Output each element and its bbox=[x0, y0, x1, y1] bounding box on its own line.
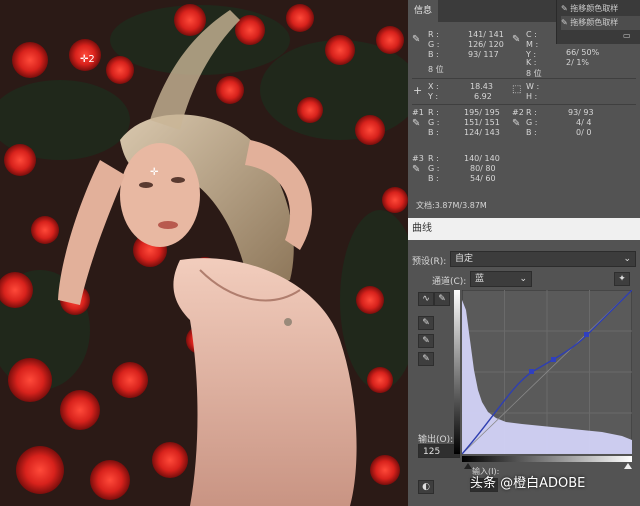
eyedropper-icon: ✎ bbox=[561, 4, 571, 13]
menu-item-drag-sampler-1[interactable]: ✎ 拖移颜色取样 bbox=[561, 2, 640, 16]
show-clipping-icon[interactable]: ◐ bbox=[418, 480, 434, 494]
curve-point bbox=[529, 369, 534, 374]
eyedropper-icon: ✎ bbox=[412, 34, 421, 45]
crosshair-icon: + bbox=[413, 84, 423, 97]
value-y-coord: 6.92 bbox=[474, 92, 492, 101]
rgb-bit-depth: 8 位 bbox=[428, 65, 444, 74]
info-panel: 信息 ✎ 拖移颜色取样 ✎ 拖移颜色取样 ▭ ✎ R : G : B : 141… bbox=[408, 0, 640, 218]
output-gradient-bar bbox=[454, 290, 460, 454]
auto-icon: ✦ bbox=[618, 274, 626, 284]
preset-value: 自定 bbox=[455, 254, 474, 264]
label-r: R : bbox=[428, 154, 439, 163]
sampler-2-tag: #2 bbox=[512, 108, 524, 117]
input-gradient-bar bbox=[462, 456, 632, 462]
sampler-menu: ✎ 拖移颜色取样 ✎ 拖移颜色取样 ▭ bbox=[556, 0, 640, 44]
channel-value: 蓝 bbox=[475, 274, 485, 284]
sampler-marker-1: ✛2 bbox=[80, 54, 95, 65]
curve-point bbox=[584, 332, 589, 337]
black-point-slider[interactable] bbox=[464, 463, 472, 469]
sample-black-point-icon[interactable]: ✎ bbox=[418, 316, 434, 330]
eyedropper-icon: ✎ bbox=[512, 34, 521, 45]
label-g: G : bbox=[428, 40, 440, 49]
label-h: H : bbox=[526, 92, 538, 101]
channel-label: 通道(C): bbox=[432, 277, 467, 287]
eyedropper-icon: ✎ bbox=[412, 118, 421, 129]
label-k: K : bbox=[526, 58, 537, 67]
output-value: 125 bbox=[423, 447, 441, 457]
sampler-marker-2: ✛ bbox=[150, 167, 159, 178]
sample-gray-point-icon[interactable]: ✎ bbox=[418, 334, 434, 348]
chevron-down-icon: ⌄ bbox=[623, 254, 631, 264]
label-g: G : bbox=[428, 164, 440, 173]
tab-info[interactable]: 信息 bbox=[408, 0, 438, 22]
label-m: M : bbox=[526, 40, 539, 49]
label-r: R : bbox=[428, 30, 439, 39]
divider bbox=[412, 78, 636, 79]
label-g: G : bbox=[526, 118, 538, 127]
chevron-down-icon: ⌄ bbox=[519, 274, 527, 284]
value-g: 126/ 120 bbox=[468, 40, 504, 49]
label-b: B : bbox=[428, 50, 439, 59]
s2-value-b: 0/ 0 bbox=[576, 128, 592, 137]
label-c: C : bbox=[526, 30, 537, 39]
label-b: B : bbox=[526, 128, 537, 137]
value-b: 93/ 117 bbox=[468, 50, 499, 59]
sample-white-point-icon[interactable]: ✎ bbox=[418, 352, 434, 366]
folder-icon[interactable]: ▭ bbox=[623, 31, 635, 41]
eyedropper-icon: ✎ bbox=[561, 18, 571, 27]
label-g: G : bbox=[428, 118, 440, 127]
s2-value-g: 4/ 4 bbox=[576, 118, 592, 127]
value-x: 18.43 bbox=[470, 82, 493, 91]
curves-title: 曲线 bbox=[408, 218, 640, 240]
divider bbox=[412, 104, 636, 105]
label-y-coord: Y : bbox=[428, 92, 439, 101]
doc-size: 文档:3.87M/3.87M bbox=[416, 201, 487, 210]
menu-item-drag-sampler-2[interactable]: ✎ 拖移颜色取样 bbox=[561, 16, 640, 30]
selection-size-icon: ⬚ bbox=[512, 84, 522, 95]
preset-select[interactable]: 自定 ⌄ bbox=[450, 251, 636, 267]
portrait-image: ✛2 ✛ bbox=[0, 0, 408, 506]
label-r: R : bbox=[526, 108, 537, 117]
s3-value-r: 140/ 140 bbox=[464, 154, 500, 163]
canvas-photo[interactable]: ✛2 ✛ bbox=[0, 0, 408, 506]
preset-label: 预设(R): bbox=[412, 257, 447, 267]
value-y: 66/ 50% bbox=[566, 48, 600, 57]
eyedropper-icon: ✎ bbox=[512, 118, 521, 129]
s1-value-b: 124/ 143 bbox=[464, 128, 500, 137]
s2-value-r: 93/ 93 bbox=[568, 108, 594, 117]
label-x: X : bbox=[428, 82, 439, 91]
value-r: 141/ 141 bbox=[468, 30, 504, 39]
s3-value-b: 54/ 60 bbox=[470, 174, 496, 183]
label-b: B : bbox=[428, 128, 439, 137]
white-point-slider[interactable] bbox=[624, 463, 632, 469]
value-k: 2/ 1% bbox=[566, 58, 590, 67]
s1-value-g: 151/ 151 bbox=[464, 118, 500, 127]
eyedropper-icon: ✎ bbox=[412, 164, 421, 175]
curves-graph[interactable] bbox=[462, 290, 632, 454]
label-w: W : bbox=[526, 82, 540, 91]
pencil-icon[interactable]: ✎ bbox=[434, 292, 450, 306]
curve-edit-points-icon[interactable]: ∿ bbox=[418, 292, 434, 306]
sampler-3-tag: #3 bbox=[412, 154, 424, 163]
label-r: R : bbox=[428, 108, 439, 117]
label-b: B : bbox=[428, 174, 439, 183]
sampler-1-tag: #1 bbox=[412, 108, 424, 117]
curve-point bbox=[551, 357, 556, 362]
channel-select[interactable]: 蓝 ⌄ bbox=[470, 271, 532, 287]
auto-button[interactable]: ✦ bbox=[614, 272, 630, 286]
watermark: 头条 @橙白ADOBE bbox=[470, 476, 586, 491]
s1-value-r: 195/ 195 bbox=[464, 108, 500, 117]
s3-value-g: 80/ 80 bbox=[470, 164, 496, 173]
